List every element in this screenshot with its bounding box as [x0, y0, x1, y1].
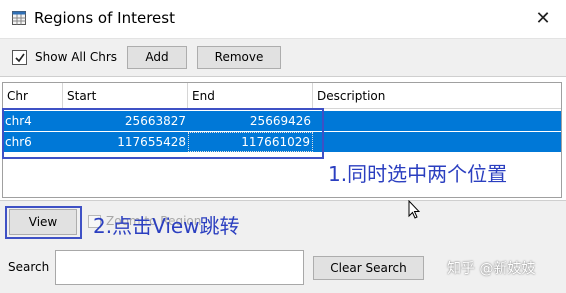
search-input[interactable]	[55, 250, 304, 285]
checkmark-icon	[15, 53, 25, 63]
title-bar: Regions of Interest ✕	[0, 0, 566, 39]
clear-search-button[interactable]: Clear Search	[313, 256, 424, 280]
table-header: Chr Start End Description	[3, 83, 561, 109]
annotation-note-1: 1.同时选中两个位置	[328, 162, 508, 186]
search-label: Search	[8, 260, 50, 274]
annotation-highlight-view	[5, 206, 82, 239]
add-button[interactable]: Add	[127, 46, 187, 69]
remove-button[interactable]: Remove	[197, 46, 281, 69]
close-icon[interactable]: ✕	[528, 6, 558, 32]
annotation-highlight-rows	[2, 108, 324, 159]
column-header-end[interactable]: End	[188, 83, 313, 109]
grid-app-icon	[12, 11, 26, 25]
bottom-panel: View Zoom to Region 2.点击View跳转 Search Cl…	[0, 200, 566, 293]
column-header-description[interactable]: Description	[313, 83, 561, 109]
toolbar: Show All Chrs Add Remove	[0, 39, 566, 77]
watermark: 知乎 @新妓妓	[447, 261, 536, 277]
column-header-start[interactable]: Start	[63, 83, 188, 109]
window-title: Regions of Interest	[34, 9, 175, 27]
show-all-chrs-checkbox[interactable]	[12, 50, 27, 65]
show-all-chrs-label[interactable]: Show All Chrs	[35, 50, 117, 64]
column-header-chr[interactable]: Chr	[3, 83, 63, 109]
annotation-note-2: 2.点击View跳转	[93, 214, 240, 238]
mouse-cursor-icon	[408, 200, 420, 219]
